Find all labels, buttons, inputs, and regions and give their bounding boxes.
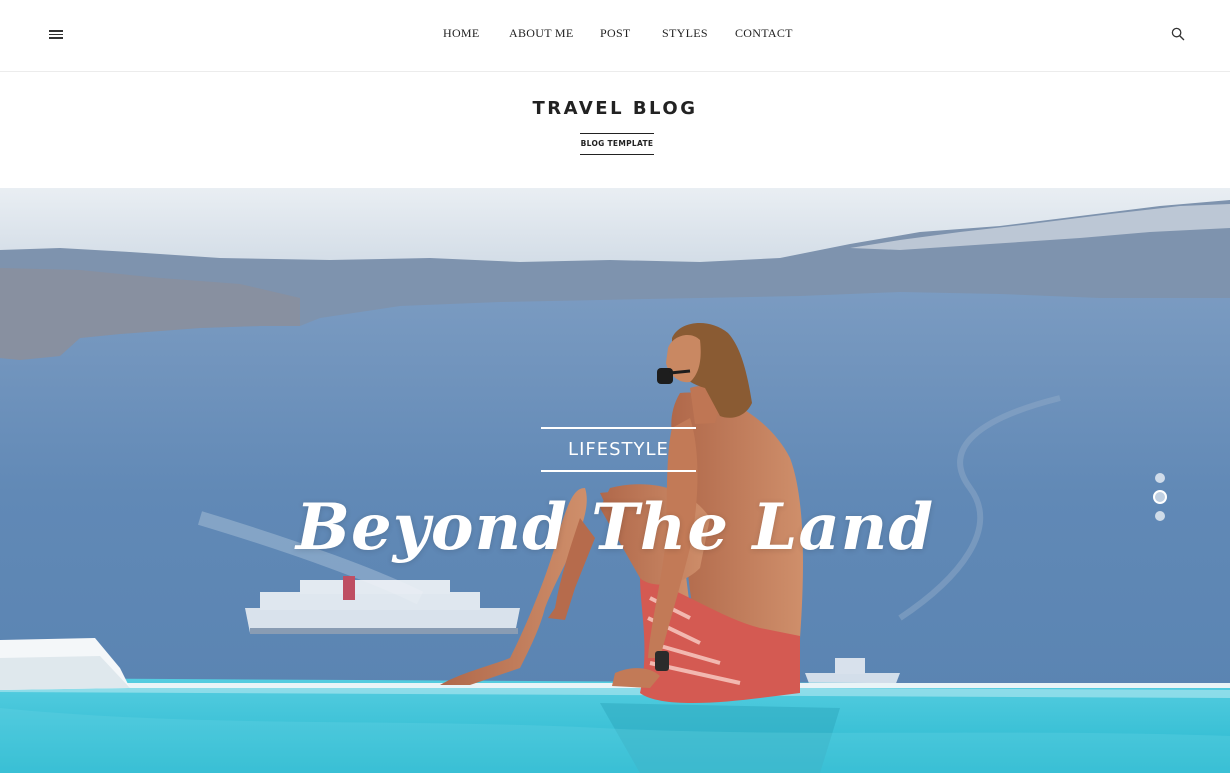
site-branding: TRAVEL BLOG BLOG TEMPLATE bbox=[0, 72, 1230, 188]
nav-link-styles[interactable]: STYLES bbox=[662, 26, 708, 41]
slider-dot-1[interactable] bbox=[1155, 473, 1165, 483]
main-menu: HOME ABOUT ME POST STYLES CONTACT bbox=[0, 26, 1230, 44]
slider-pagination bbox=[1153, 473, 1167, 523]
site-title[interactable]: TRAVEL BLOG bbox=[0, 98, 1230, 119]
nav-link-post[interactable]: POST bbox=[600, 26, 631, 41]
site-tagline: BLOG TEMPLATE bbox=[580, 133, 654, 155]
hero-image bbox=[0, 188, 1230, 773]
post-category-label[interactable]: LIFESTYLE bbox=[541, 427, 696, 472]
nav-link-contact[interactable]: CONTACT bbox=[735, 26, 793, 41]
slider-dot-3[interactable] bbox=[1155, 511, 1165, 521]
hero-slider: LIFESTYLE Beyond The Land bbox=[0, 188, 1230, 773]
nav-link-about-me[interactable]: ABOUT ME bbox=[509, 26, 574, 41]
slider-dot-2-active[interactable] bbox=[1153, 490, 1167, 504]
nav-link-home[interactable]: HOME bbox=[443, 26, 480, 41]
top-navigation: HOME ABOUT ME POST STYLES CONTACT bbox=[0, 0, 1230, 72]
search-icon[interactable] bbox=[1171, 27, 1185, 41]
hero-post-title[interactable]: Beyond The Land bbox=[0, 490, 1230, 565]
